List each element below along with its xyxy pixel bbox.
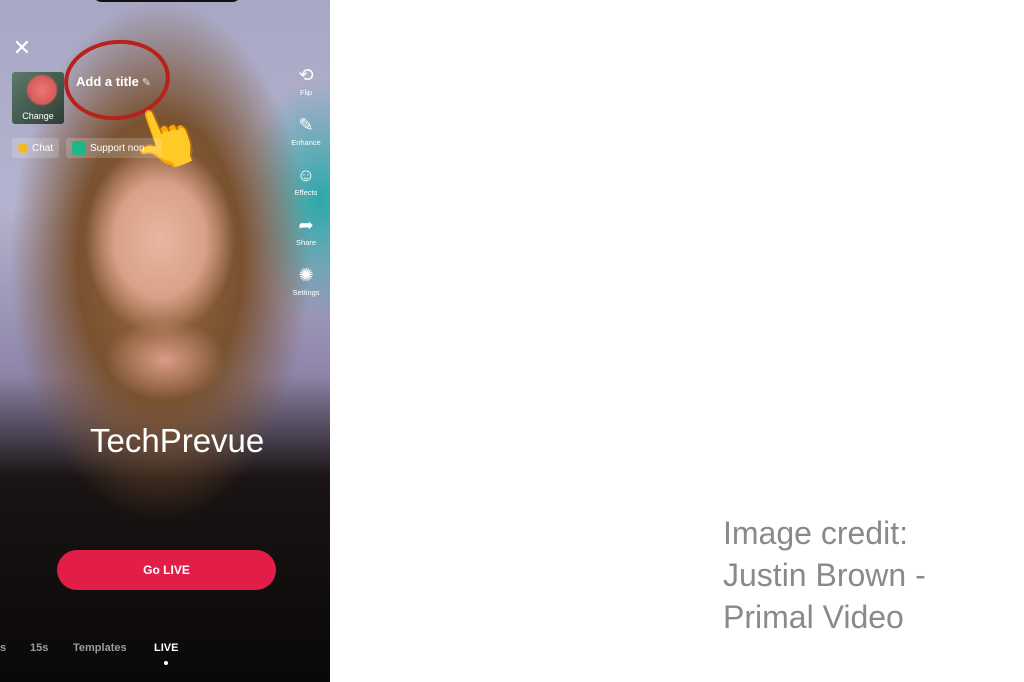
phone-screen: ✕ Change Add a title ✎ 👆 Chat Support non…: [0, 0, 330, 682]
enhance-label: Enhance: [291, 138, 321, 147]
mode-tab-15s[interactable]: 15s: [30, 642, 48, 654]
mode-selector: s 15s Templates LIVE: [0, 642, 330, 662]
image-credit: Image credit: Justin Brown - Primal Vide…: [723, 512, 926, 638]
credit-line-1: Image credit:: [723, 515, 908, 551]
mode-tab-templates[interactable]: Templates: [73, 642, 127, 654]
flip-label: Flip: [299, 88, 313, 97]
flip-camera-icon: ⟲: [298, 65, 314, 85]
credit-line-2: Justin Brown -: [723, 557, 926, 593]
settings-button[interactable]: ✺ Settings: [288, 264, 324, 314]
chat-coin-icon: [18, 143, 28, 153]
support-nonprofit-pill[interactable]: Support non: [66, 138, 162, 158]
watermark: TechPrevue: [90, 422, 265, 459]
gem-icon: [72, 141, 86, 155]
mode-tab-live[interactable]: LIVE: [154, 642, 178, 654]
effects-label: Effects: [294, 188, 318, 197]
chat-label: Chat: [32, 142, 54, 154]
active-mode-indicator: [164, 661, 168, 665]
share-arrow-icon: ➦: [298, 215, 314, 235]
go-live-button[interactable]: Go LIVE: [57, 550, 276, 590]
share-label: Share: [295, 238, 316, 247]
close-icon[interactable]: ✕: [12, 37, 32, 59]
share-button[interactable]: ➦ Share: [288, 214, 324, 264]
flip-button[interactable]: ⟲ Flip: [288, 64, 324, 114]
support-label: Support non: [90, 142, 145, 154]
notch: [92, 0, 242, 2]
cover-thumbnail[interactable]: Change: [12, 72, 64, 124]
settings-label: Settings: [292, 288, 320, 297]
smiley-icon: ☺: [296, 165, 316, 185]
enhance-button[interactable]: ✎ Enhance: [288, 114, 324, 164]
gear-icon: ✺: [298, 265, 314, 285]
effects-button[interactable]: ☺ Effects: [288, 164, 324, 214]
change-cover-label: Change: [22, 111, 54, 121]
magic-wand-icon: ✎: [298, 115, 314, 135]
side-toolbar: ⟲ Flip ✎ Enhance ☺ Effects ➦ Share ✺ Settings: [288, 64, 324, 314]
credit-line-3: Primal Video: [723, 599, 904, 635]
mode-tab-s[interactable]: s: [0, 642, 6, 654]
chat-pill[interactable]: Chat: [12, 138, 60, 158]
